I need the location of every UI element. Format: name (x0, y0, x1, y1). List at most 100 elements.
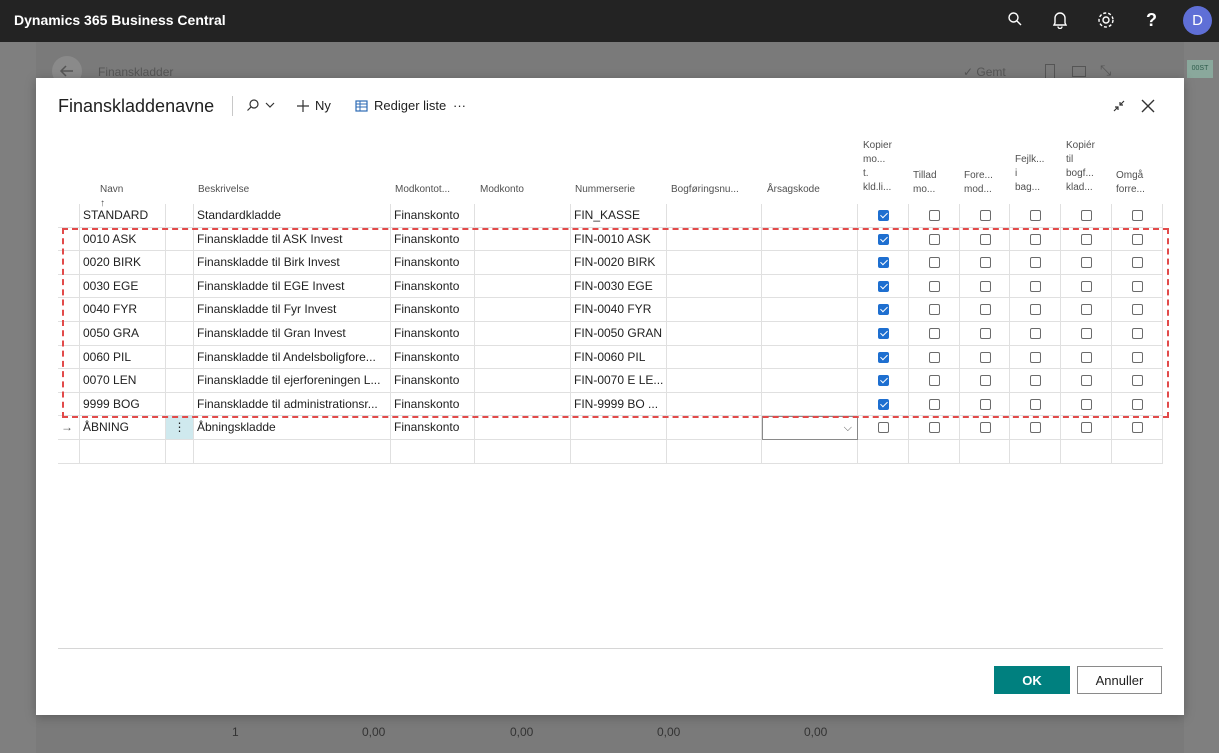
row-checkbox[interactable] (1081, 398, 1092, 410)
column-header-kopier-bogf[interactable]: Kopiér til bogf... klad... (1066, 139, 1095, 195)
cancel-button[interactable]: Annuller (1077, 666, 1162, 694)
cell-bogforingsnr[interactable] (667, 274, 762, 299)
table-row[interactable]: STANDARD Standardkladde Finanskonto FIN_KAS… (58, 204, 1163, 228)
bell-icon[interactable] (1052, 11, 1072, 31)
cell-navn[interactable]: 0010 ASK (80, 227, 166, 252)
cell-arsagskode[interactable] (762, 322, 858, 346)
table-row[interactable]: 0020 BIRK Finanskladde til Birk Invest Fin… (58, 251, 1163, 275)
cell-bogforingsnr[interactable] (667, 251, 762, 275)
cell-modkonto[interactable] (475, 345, 571, 370)
cell-bogforingsnr[interactable] (667, 298, 762, 322)
cell-beskrivelse[interactable] (194, 440, 391, 464)
cell-navn[interactable]: 0030 EGE (80, 274, 166, 299)
table-row[interactable]: 0040 FYR Finanskladde til Fyr Invest Finan… (58, 298, 1163, 322)
row-checkbox[interactable] (878, 280, 889, 292)
row-checkbox[interactable] (1030, 233, 1041, 245)
row-checkbox[interactable] (1132, 257, 1143, 269)
column-header-arsagskode[interactable]: Årsagskode (767, 183, 820, 197)
cell-arsagskode[interactable] (762, 251, 858, 275)
row-checkbox[interactable] (1030, 280, 1041, 292)
table-row[interactable]: 0010 ASK Finanskladde til ASK Invest Finan… (58, 227, 1163, 252)
cell-bogforingsnr[interactable] (667, 204, 762, 228)
column-header-fore[interactable]: Fore... mod... (964, 169, 993, 197)
cell-modkonto[interactable] (475, 440, 571, 464)
cell-nummerserie[interactable]: FIN_KASSE (571, 204, 667, 228)
ok-button[interactable]: OK (994, 666, 1070, 694)
cell-bogforingsnr[interactable] (667, 227, 762, 252)
cell-beskrivelse[interactable]: Finanskladde til administrationsr... (194, 392, 391, 417)
table-row[interactable] (58, 440, 1163, 464)
cell-bogforingsnr[interactable] (667, 369, 762, 393)
row-checkbox[interactable] (980, 351, 991, 363)
cell-nummerserie[interactable]: FIN-9999 BO ... (571, 392, 667, 417)
row-checkbox[interactable] (1030, 398, 1041, 410)
column-header-modkonto[interactable]: Modkonto (480, 183, 524, 197)
cell-nummerserie[interactable]: FIN-0030 EGE (571, 274, 667, 299)
row-checkbox[interactable] (929, 233, 940, 245)
row-checkbox[interactable] (878, 304, 889, 316)
cell-beskrivelse[interactable]: Finanskladde til Andelsboligfore... (194, 345, 391, 370)
column-header-fejlkonto[interactable]: Fejlk... i bag... (1015, 153, 1044, 195)
row-checkbox[interactable] (1081, 280, 1092, 292)
table-row[interactable]: → ÅBNING ⋮ Åbningskladde Finanskonto ⌵ (58, 416, 1163, 440)
row-checkbox[interactable] (929, 210, 940, 221)
row-checkbox[interactable] (1132, 328, 1143, 339)
row-checkbox[interactable] (878, 422, 889, 434)
row-checkbox[interactable] (929, 257, 940, 269)
column-header-kopier[interactable]: Kopier mo... t. kld.li... (863, 139, 892, 195)
cell-bogforingsnr[interactable] (667, 322, 762, 346)
cell-arsagskode[interactable] (762, 298, 858, 322)
column-header-tillad[interactable]: Tillad mo... (913, 169, 937, 197)
column-header-nummerserie[interactable]: Nummerserie (575, 183, 635, 197)
column-header-beskrivelse[interactable]: Beskrivelse (198, 183, 249, 197)
cell-bogforingsnr[interactable] (667, 392, 762, 417)
row-checkbox[interactable] (1081, 351, 1092, 363)
row-checkbox[interactable] (1132, 351, 1143, 363)
row-checkbox[interactable] (878, 257, 889, 269)
bookmark-icon[interactable] (1045, 64, 1055, 78)
cell-navn[interactable]: 0070 LEN (80, 369, 166, 393)
cell-modkontotype[interactable]: Finanskonto (391, 416, 475, 440)
cell-modkonto[interactable] (475, 392, 571, 417)
row-checkbox[interactable] (1030, 422, 1041, 434)
row-checkbox[interactable] (1030, 304, 1041, 316)
cell-beskrivelse[interactable]: Standardkladde (194, 204, 391, 228)
cell-navn[interactable]: 0050 GRA (80, 322, 166, 346)
row-checkbox[interactable] (980, 257, 991, 269)
cell-beskrivelse[interactable]: Finanskladde til ASK Invest (194, 227, 391, 252)
table-row[interactable]: 0030 EGE Finanskladde til EGE Invest Finan… (58, 274, 1163, 299)
arsagskode-dropdown[interactable]: ⌵ (762, 416, 858, 440)
share-icon[interactable] (1072, 66, 1086, 77)
new-button[interactable]: Ny (296, 98, 331, 113)
row-checkbox[interactable] (878, 210, 889, 221)
row-checkbox[interactable] (878, 233, 889, 245)
cell-navn[interactable]: STANDARD (80, 204, 166, 228)
cell-modkontotype[interactable] (391, 440, 475, 464)
cell-beskrivelse[interactable]: Finanskladde til Birk Invest (194, 251, 391, 275)
cell-nummerserie[interactable] (571, 440, 667, 464)
row-checkbox[interactable] (878, 351, 889, 363)
cell-arsagskode[interactable] (762, 274, 858, 299)
row-checkbox[interactable] (1081, 257, 1092, 269)
row-checkbox[interactable] (980, 210, 991, 221)
cell-arsagskode[interactable] (762, 204, 858, 228)
cell-modkonto[interactable] (475, 369, 571, 393)
row-checkbox[interactable] (1132, 375, 1143, 387)
row-checkbox[interactable] (1030, 257, 1041, 269)
row-checkbox[interactable] (929, 422, 940, 434)
cell-modkonto[interactable] (475, 298, 571, 322)
cell-arsagskode[interactable] (762, 369, 858, 393)
cell-modkontotype[interactable]: Finanskonto (391, 345, 475, 370)
gear-icon[interactable] (1097, 11, 1117, 31)
row-checkbox[interactable] (929, 328, 940, 339)
row-checkbox[interactable] (1132, 304, 1143, 316)
table-row[interactable]: 0070 LEN Finanskladde til ejerforeningen … (58, 369, 1163, 393)
collapse-icon[interactable]: ⤡ (1100, 62, 1111, 79)
cell-arsagskode[interactable] (762, 345, 858, 370)
cell-modkontotype[interactable]: Finanskonto (391, 251, 475, 275)
cell-arsagskode[interactable] (762, 440, 858, 464)
cell-nummerserie[interactable]: FIN-0010 ASK (571, 227, 667, 252)
cell-beskrivelse[interactable]: Finanskladde til EGE Invest (194, 274, 391, 299)
cell-navn[interactable]: 9999 BOG (80, 392, 166, 417)
cell-modkontotype[interactable]: Finanskonto (391, 369, 475, 393)
